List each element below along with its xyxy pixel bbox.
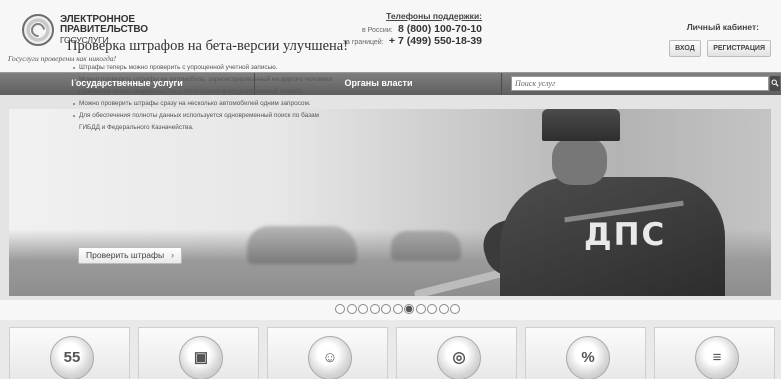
service-tile[interactable]: % bbox=[525, 327, 646, 379]
check-fines-label: Проверить штрафы bbox=[86, 250, 165, 260]
pager-dot[interactable] bbox=[427, 304, 437, 314]
tile-glyph: ◎ bbox=[452, 349, 466, 366]
service-tile[interactable]: ▣ bbox=[138, 327, 259, 379]
banner-line: (требуется номер свидетельства о регистр… bbox=[79, 87, 303, 95]
pager-dot[interactable] bbox=[335, 304, 345, 314]
phone-russia-label: в России: bbox=[362, 27, 393, 34]
hero-image: ДПС bbox=[9, 109, 771, 296]
banner-line: Для обеспечения полноты данных используе… bbox=[73, 110, 373, 122]
banner-bullets: Штрафы теперь можно проверить с упрощенн… bbox=[73, 62, 373, 133]
support-title-link[interactable]: Телефоны поддержки: bbox=[322, 11, 482, 21]
tile-glyph: ☺ bbox=[322, 349, 338, 366]
service-tile[interactable]: ☺ bbox=[267, 327, 388, 379]
dps-vest-text: ДПС bbox=[584, 217, 667, 253]
phone-russia-number: 8 (800) 100-70-10 bbox=[397, 23, 482, 35]
tile-glyph: 55 bbox=[63, 349, 81, 366]
car-image bbox=[391, 231, 461, 261]
search-box bbox=[511, 76, 769, 91]
service-tile[interactable]: ≡ bbox=[654, 327, 775, 379]
register-button[interactable]: РЕГИСТРАЦИЯ bbox=[707, 40, 771, 57]
phone-abroad-label: за границей: bbox=[342, 39, 384, 46]
tile-glyph: ≡ bbox=[712, 349, 722, 366]
personal-cabinet: Личный кабинет: ВХОД РЕГИСТРАЦИЯ bbox=[631, 22, 771, 57]
tile-glyph: % bbox=[581, 349, 595, 366]
tile-glyph: ▣ bbox=[193, 349, 209, 366]
percent-icon: % bbox=[566, 336, 610, 379]
banner-line: Можно проверить штрафы на автомобиль, за… bbox=[73, 74, 373, 86]
pager-dot[interactable] bbox=[381, 304, 391, 314]
car-image bbox=[247, 226, 357, 264]
service-tile[interactable]: ◎ bbox=[396, 327, 517, 379]
pager-dot[interactable] bbox=[358, 304, 368, 314]
passport-icon: ▣ bbox=[179, 336, 223, 379]
traffic-officer-image: ДПС bbox=[476, 109, 725, 296]
phone-abroad-number: + 7 (499) 550-18-39 bbox=[388, 35, 482, 47]
logo-line-2: ПРАВИТЕЛЬСТВО bbox=[60, 24, 148, 35]
family-icon: ☺ bbox=[308, 336, 352, 379]
service-tile[interactable]: 55 bbox=[9, 327, 130, 379]
emblem-icon bbox=[22, 14, 54, 46]
site-logo[interactable]: ЭЛЕКТРОННОЕ ПРАВИТЕЛЬСТВО ГОСУСЛУГИ Госу… bbox=[8, 6, 178, 64]
cabinet-title: Личный кабинет: bbox=[686, 22, 759, 32]
service-tiles: 55 ▣ ☺ ◎% ≡ bbox=[0, 320, 781, 379]
search-input[interactable] bbox=[512, 77, 752, 90]
check-fines-button[interactable]: Проверить штрафы › bbox=[78, 247, 182, 264]
search-button[interactable] bbox=[770, 76, 780, 91]
pager-dot[interactable] bbox=[450, 304, 460, 314]
banner-line: ГИБДД и Федерального Казначейства. bbox=[79, 123, 194, 131]
banner-title: Проверка штрафов на бета-версии улучшена… bbox=[67, 38, 349, 54]
pager-dot[interactable] bbox=[438, 304, 449, 314]
search-icon bbox=[771, 79, 779, 87]
certificate-icon: ≡ bbox=[695, 336, 739, 379]
chevron-right-icon: › bbox=[171, 250, 174, 260]
pager-dot[interactable] bbox=[392, 304, 403, 314]
pager-dot[interactable] bbox=[369, 304, 380, 314]
calendar-55-icon: 55 bbox=[50, 336, 94, 379]
login-button[interactable]: ВХОД bbox=[669, 40, 701, 57]
banner-line: Можно проверить штрафы сразу на нескольк… bbox=[73, 98, 373, 110]
lifebuoy-icon: ◎ bbox=[437, 336, 481, 379]
pager-dot[interactable] bbox=[415, 304, 426, 314]
pager-dot[interactable] bbox=[346, 304, 357, 314]
slider-pager bbox=[0, 300, 781, 320]
banner-line: Штрафы теперь можно проверить с упрощенн… bbox=[73, 62, 373, 74]
pager-dot[interactable] bbox=[404, 304, 414, 314]
